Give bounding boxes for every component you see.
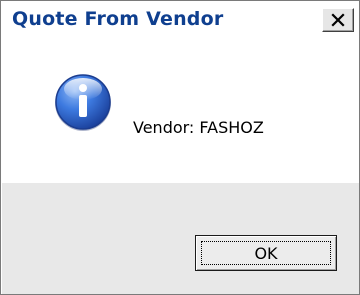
- information-icon: [55, 74, 111, 131]
- message-text: Vendor: FASHOZ: [133, 118, 264, 137]
- message-dialog: Quote From Vendor Vendor: FASHOZ OK: [0, 0, 360, 295]
- close-icon: [331, 13, 345, 27]
- ok-button-label: OK: [254, 244, 278, 263]
- close-button[interactable]: [322, 8, 354, 32]
- title-bar: Quote From Vendor: [2, 2, 359, 38]
- ok-button[interactable]: OK: [195, 235, 337, 271]
- dialog-title: Quote From Vendor: [12, 8, 224, 30]
